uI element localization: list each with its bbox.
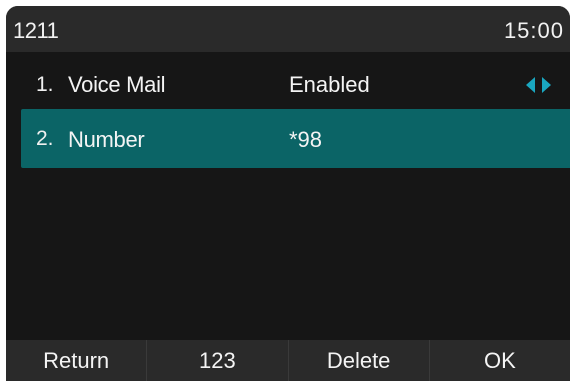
account-label: 1211	[13, 18, 59, 43]
voice-mail-label: Voice Mail	[68, 72, 166, 97]
voice-mail-value: Enabled	[289, 72, 370, 97]
number-value[interactable]: *98	[289, 127, 322, 153]
delete-softkey[interactable]: Delete	[287, 340, 429, 381]
row-index: 1.	[36, 73, 54, 96]
softkey-bar: Return 123 Delete OK	[6, 340, 570, 381]
voice-mail-row[interactable]: 1. Voice Mail Enabled	[21, 56, 570, 113]
arrow-right-icon[interactable]	[542, 77, 551, 93]
status-bar: 1211 15:00	[6, 6, 570, 52]
arrow-left-icon[interactable]	[526, 77, 535, 93]
ok-softkey[interactable]: OK	[428, 340, 570, 381]
number-label: Number	[68, 127, 145, 152]
phone-screen: 1211 15:00 1. Voice Mail Enabled 2. Numb…	[6, 6, 570, 381]
row-index: 2.	[36, 127, 54, 150]
number-row[interactable]: 2. Number *98	[21, 109, 570, 168]
return-softkey[interactable]: Return	[6, 340, 146, 381]
clock: 15:00	[503, 18, 564, 43]
input-mode-softkey[interactable]: 123	[146, 340, 287, 381]
